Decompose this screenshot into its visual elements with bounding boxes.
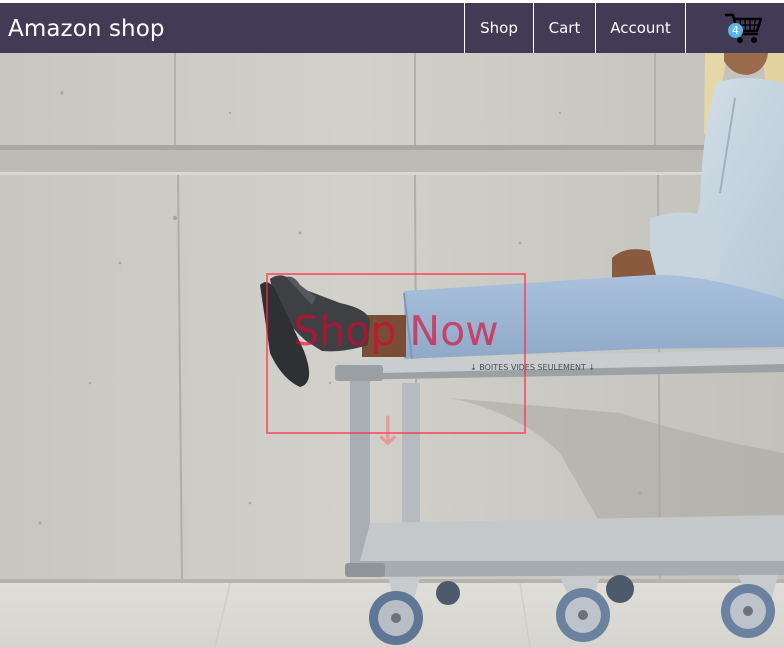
arrow-down-icon: ↓ [371,409,405,455]
brand-title[interactable]: Amazon shop [8,15,165,43]
shop-now-button[interactable]: Shop Now ↓ [266,273,526,452]
nav-item-account[interactable]: Account [595,3,686,53]
shop-now-label: Shop Now [293,307,499,355]
hero-banner: ↓ BOITES VIDES SEULEMENT ↓ Shop Now ↓ [0,53,784,647]
nav-links: Shop Cart Account [464,3,686,53]
cart-button[interactable]: 4 [724,10,764,46]
nav-item-shop[interactable]: Shop [464,3,533,53]
navbar: Amazon shop Shop Cart Account 4 [0,3,784,53]
nav-item-cart[interactable]: Cart [533,3,595,53]
page: Amazon shop Shop Cart Account 4 ↓ BOITES… [0,0,784,647]
cart-count-badge: 4 [728,23,743,38]
